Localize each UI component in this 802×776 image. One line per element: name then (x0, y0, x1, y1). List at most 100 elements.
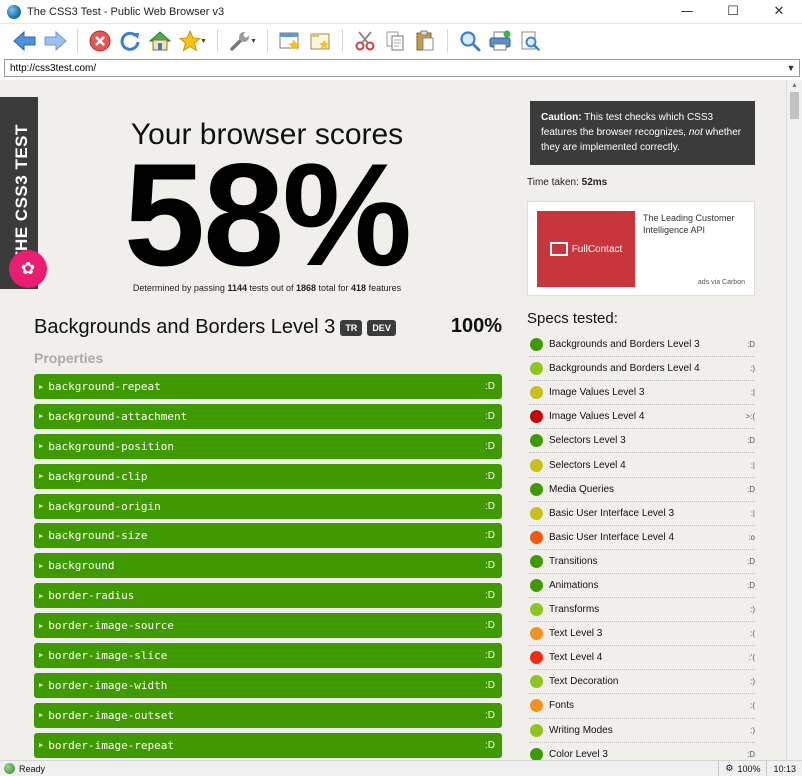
spec-item[interactable]: Selectors Level 3:D (529, 429, 755, 454)
new-tab-button[interactable] (305, 26, 335, 56)
status-text: Ready (19, 763, 46, 774)
spec-item[interactable]: Selectors Level 4:| (529, 453, 755, 478)
test-result: :D (485, 470, 495, 482)
new-window-button[interactable] (275, 26, 305, 56)
toolbar-separator (341, 29, 343, 53)
test-name: border-image-outset (48, 708, 175, 722)
test-row[interactable]: ▶ background-repeat:D (34, 374, 502, 399)
spec-item[interactable]: Image Values Level 4 >:( (529, 405, 755, 430)
passed-count: 1144 (227, 283, 247, 293)
forward-arrow-icon (44, 30, 67, 52)
back-button[interactable] (10, 26, 40, 56)
zoom-level[interactable]: ⚙ 100% (718, 760, 766, 776)
spec-name: Backgrounds and Borders Level 4 (549, 363, 700, 375)
scrollbar-thumb[interactable] (790, 92, 799, 119)
spec-item[interactable]: Text Decoration:) (529, 670, 755, 695)
maximize-button[interactable]: ☐ (710, 0, 756, 24)
properties-label: Properties (34, 350, 104, 366)
spec-item[interactable]: Transitions:D (529, 550, 755, 574)
test-row[interactable]: ▶ border-image-slice:D (34, 642, 502, 668)
test-row[interactable]: ▶ border-image-repeat:D (34, 732, 502, 758)
vertical-scrollbar[interactable]: ▲ (786, 80, 802, 760)
test-result: :D (485, 739, 495, 751)
print-preview-icon (521, 31, 540, 51)
test-name: background-origin (48, 499, 161, 513)
spec-item[interactable]: Basic User Interface Level 4:o (529, 526, 755, 550)
close-button[interactable]: ✕ (756, 0, 802, 24)
spec-tag-dev[interactable]: DEV (367, 319, 396, 336)
spec-face: :D (747, 580, 755, 590)
chevron-down-icon[interactable]: ▼ (250, 38, 257, 45)
spec-face: :D (747, 749, 755, 759)
test-row[interactable]: ▶ border-image-width:D (34, 672, 502, 698)
scroll-up-icon[interactable]: ▲ (787, 80, 802, 92)
spec-name: Selectors Level 4 (549, 459, 626, 471)
spec-item[interactable]: Backgrounds and Borders Level 4:) (529, 357, 755, 382)
ad-text[interactable]: The Leading Customer Intelligence API (643, 212, 751, 236)
spec-name: Animations (549, 579, 599, 591)
wrench-icon (230, 32, 249, 51)
score-dot-icon (530, 651, 543, 665)
url-input[interactable] (5, 62, 783, 74)
spec-item[interactable]: Backgrounds and Borders Level 3:D (529, 333, 755, 358)
chevron-down-icon[interactable]: ▼ (783, 63, 799, 73)
test-row[interactable]: ▶ border-image-outset:D (34, 702, 502, 728)
stop-button[interactable] (85, 26, 115, 56)
test-row[interactable]: ▶ background-size:D (34, 523, 502, 549)
spec-item[interactable]: Basic User Interface Level 3:| (529, 502, 755, 526)
expand-triangle-icon: ▶ (39, 412, 44, 421)
ad-via-link[interactable]: ads via Carbon (698, 279, 745, 286)
spec-face: :) (750, 364, 755, 374)
star-icon (179, 30, 201, 52)
spec-item[interactable]: Fonts:( (529, 694, 755, 719)
print-button[interactable] (485, 26, 515, 56)
spec-name: Image Values Level 3 (549, 387, 645, 399)
spec-item[interactable]: Text Level 4:'( (529, 646, 755, 671)
spec-item[interactable]: Media Queries:D (529, 478, 755, 502)
spec-name: Selectors Level 3 (549, 435, 626, 447)
forward-button[interactable] (40, 26, 70, 56)
toolbar-separator (446, 29, 448, 53)
test-row[interactable]: ▶ border-image-source:D (34, 613, 502, 638)
refresh-button[interactable] (115, 26, 145, 56)
minimize-button[interactable]: — (664, 0, 710, 24)
score-dot-icon (530, 554, 543, 568)
score-dot-icon (530, 603, 543, 617)
test-result: :D (485, 620, 495, 631)
new-window-icon (279, 32, 300, 50)
test-row[interactable]: ▶ background-clip:D (34, 463, 502, 489)
chevron-down-icon[interactable]: ▼ (200, 38, 207, 45)
test-row[interactable]: ▶ background-attachment:D (34, 403, 502, 429)
test-row[interactable]: ▶ background-origin:D (34, 493, 502, 519)
spec-item[interactable]: Image Values Level 3:| (529, 381, 755, 406)
test-result: :D (485, 530, 495, 542)
print-preview-button[interactable] (515, 26, 545, 56)
test-name: border-image-repeat (48, 738, 175, 752)
search-button[interactable] (455, 26, 485, 56)
spec-tag-tr[interactable]: TR (340, 319, 363, 336)
test-row[interactable]: ▶ background:D (34, 553, 502, 579)
test-name: background-attachment (48, 409, 188, 423)
expand-triangle-icon: ▶ (39, 531, 44, 540)
spec-face: :| (750, 508, 755, 518)
spec-item[interactable]: Writing Modes:) (529, 719, 755, 743)
test-row[interactable]: ▶ border-radius:D (34, 583, 502, 609)
cut-button[interactable] (350, 26, 380, 56)
home-button[interactable] (145, 26, 175, 56)
test-row[interactable]: ▶ background-position:D (34, 433, 502, 459)
address-bar: ▼ (4, 59, 800, 77)
score-summary: Determined by passing 1144 tests out of … (132, 283, 402, 293)
spec-item[interactable]: Transforms:) (529, 598, 755, 623)
printer-icon (489, 30, 511, 51)
ad-image[interactable]: FullContact (537, 211, 635, 287)
expand-triangle-icon: ▶ (39, 472, 44, 481)
spec-item[interactable]: Animations :D (529, 574, 755, 599)
paste-button[interactable] (410, 26, 440, 56)
copy-button[interactable] (380, 26, 410, 56)
spec-item[interactable]: Color Level 3:D (529, 743, 755, 760)
spec-name: Text Level 3 (549, 628, 603, 640)
test-name: background-repeat (48, 380, 161, 393)
carbon-ad[interactable]: FullContact The Leading Customer Intelli… (527, 201, 755, 296)
page-viewport: THE CSS3 TEST ✿ Your browser scores 58% … (0, 80, 786, 760)
spec-item[interactable]: Text Level 3:( (529, 622, 755, 647)
